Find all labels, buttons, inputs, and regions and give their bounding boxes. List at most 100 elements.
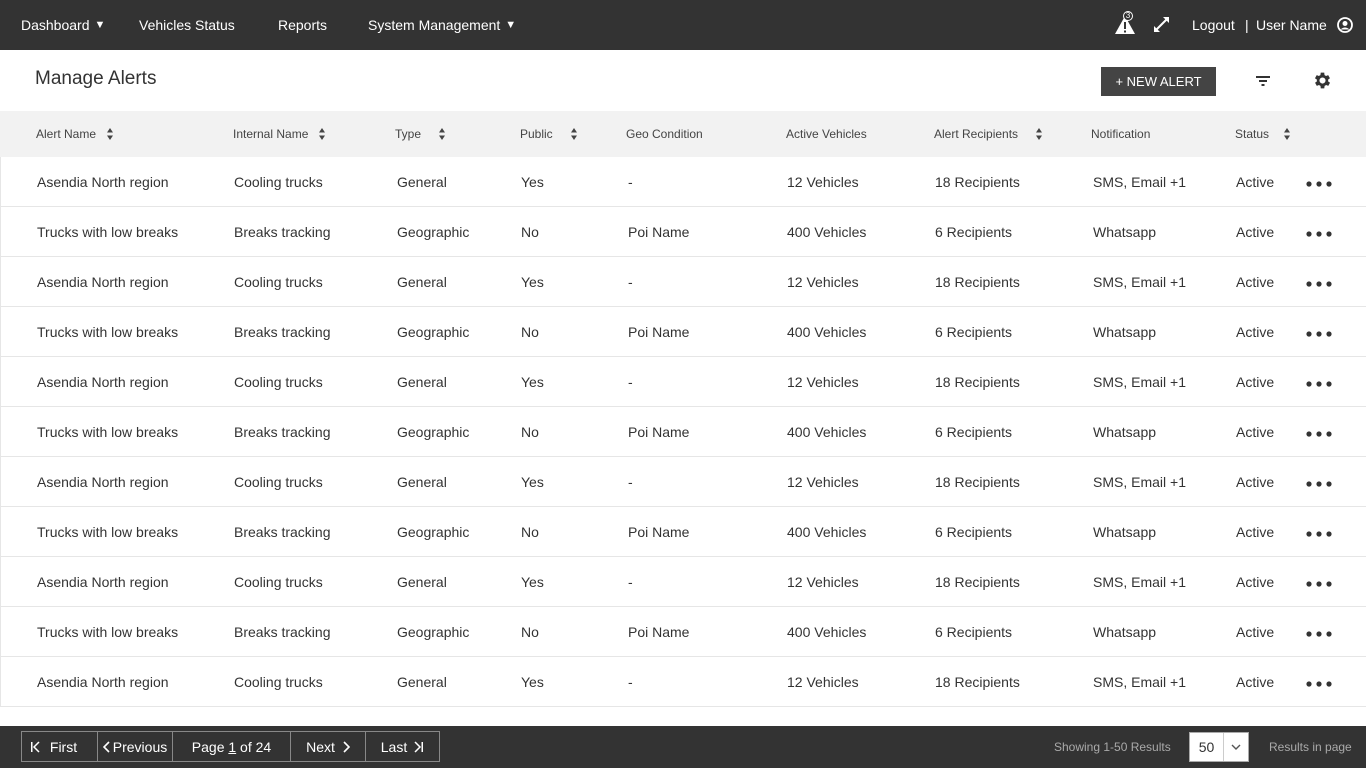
expand-arrows-icon[interactable] [1153,16,1170,33]
column-header-notification: Notification [1091,127,1151,141]
table-row[interactable]: Asendia North region Cooling trucks Genera… [0,357,1366,407]
cell-alert-recipients: 18 Recipients [935,373,1020,390]
cell-alert-recipients: 6 Recipients [935,423,1013,440]
column-header-internal-name[interactable]: Internal Name [233,111,308,157]
cell-notification: Whatsapp [1093,623,1157,640]
more-horizontal-icon[interactable] [1305,626,1335,637]
more-horizontal-icon[interactable] [1305,526,1335,537]
logout-link[interactable]: Logout [1192,0,1235,50]
cell-active-vehicles: 400 Vehicles [787,623,867,640]
cell-geo-condition: - [628,273,633,290]
per-page-select[interactable]: 50 [1189,732,1249,762]
last-page-button[interactable]: Last [366,732,439,761]
column-header-type[interactable]: Type [395,111,421,157]
cell-alert-recipients: 6 Recipients [935,223,1013,240]
cell-notification: SMS, Email +1 [1093,473,1186,490]
user-name[interactable]: User Name [1256,0,1327,50]
cell-type: Geographic [397,623,470,640]
column-header-alert-recipients[interactable]: Alert Recipients [934,111,1018,157]
cell-notification: SMS, Email +1 [1093,573,1186,590]
page-suffix: of 24 [236,738,272,755]
more-horizontal-icon[interactable] [1305,376,1335,387]
column-header-public[interactable]: Public [520,111,553,157]
table-row[interactable]: Asendia North region Cooling trucks Genera… [0,257,1366,307]
cell-internal-name: Breaks tracking [234,223,331,240]
table-row[interactable]: Trucks with low breaks Breaks tracking Geo… [0,207,1366,257]
table-row[interactable]: Asendia North region Cooling trucks Genera… [0,457,1366,507]
gear-icon[interactable] [1312,70,1333,91]
more-horizontal-icon[interactable] [1305,676,1335,687]
nav-reports[interactable]: Reports [278,0,327,50]
top-navigation: Dashboard ▼ Vehicles Status Reports Syst… [0,0,1366,50]
more-horizontal-icon[interactable] [1305,576,1335,587]
filter-icon[interactable] [1254,72,1272,90]
sort-icon[interactable] [1283,127,1291,141]
cell-public: Yes [521,173,544,190]
cell-geo-condition: Poi Name [628,423,690,440]
sort-icon[interactable] [438,127,446,141]
cell-geo-condition: Poi Name [628,623,690,640]
table-row[interactable]: Asendia North region Cooling trucks Genera… [0,157,1366,207]
cell-active-vehicles: 400 Vehicles [787,423,867,440]
sort-icon[interactable] [1035,127,1043,141]
cell-public: Yes [521,273,544,290]
next-page-button[interactable]: Next [291,732,366,761]
cell-type: General [397,273,447,290]
sort-icon[interactable] [570,127,578,141]
cell-status: Active [1236,523,1275,540]
column-header-active-vehicles: Active Vehicles [786,127,867,141]
nav-vehicles-status[interactable]: Vehicles Status [139,0,235,50]
cell-active-vehicles: 400 Vehicles [787,523,867,540]
current-page-input[interactable]: 1 [228,739,236,755]
more-horizontal-icon[interactable] [1305,176,1335,187]
table-row[interactable]: Asendia North region Cooling trucks Genera… [0,557,1366,607]
column-header-alert-name[interactable]: Alert Name [36,111,96,157]
cell-status: Active [1236,673,1275,690]
cell-public: No [521,323,539,340]
next-page-label: Next [306,738,335,755]
cell-internal-name: Breaks tracking [234,423,331,440]
table-row[interactable]: Trucks with low breaks Breaks tracking Geo… [0,307,1366,357]
cell-geo-condition: - [628,573,633,590]
first-page-button[interactable]: First [22,732,98,761]
column-header-status[interactable]: Status [1235,111,1269,157]
more-horizontal-icon[interactable] [1305,426,1335,437]
cell-internal-name: Cooling trucks [234,473,323,490]
nav-dashboard[interactable]: Dashboard ▼ [21,0,105,50]
cell-status: Active [1236,623,1275,640]
new-alert-button[interactable]: + NEW ALERT [1101,67,1216,96]
warning-triangle-icon[interactable]: 3 [1114,11,1136,36]
cell-active-vehicles: 12 Vehicles [787,673,859,690]
table-row[interactable]: Asendia North region Cooling trucks Genera… [0,657,1366,707]
more-horizontal-icon[interactable] [1305,276,1335,287]
cell-active-vehicles: 12 Vehicles [787,173,859,190]
table-row[interactable]: Trucks with low breaks Breaks tracking Geo… [0,407,1366,457]
cell-type: General [397,673,447,690]
cell-notification: Whatsapp [1093,423,1157,440]
table-row[interactable]: Trucks with low breaks Breaks tracking Geo… [0,507,1366,557]
sort-icon[interactable] [106,127,114,141]
more-horizontal-icon[interactable] [1305,326,1335,337]
cell-active-vehicles: 400 Vehicles [787,223,867,240]
more-horizontal-icon[interactable] [1305,226,1335,237]
cell-type: Geographic [397,223,470,240]
cell-alert-recipients: 6 Recipients [935,323,1013,340]
cell-status: Active [1236,473,1275,490]
previous-page-button[interactable]: Previous [98,732,173,761]
cell-geo-condition: Poi Name [628,223,690,240]
cell-type: Geographic [397,523,470,540]
cell-alert-name: Asendia North region [37,673,169,690]
cell-status: Active [1236,373,1275,390]
user-circle-icon[interactable] [1337,17,1353,33]
chevron-down-icon: ▼ [505,19,517,31]
cell-alert-name: Trucks with low breaks [37,323,179,340]
table-row[interactable]: Trucks with low breaks Breaks tracking Geo… [0,607,1366,657]
chevron-down-icon: ▼ [94,19,106,31]
cell-notification: Whatsapp [1093,223,1157,240]
cell-alert-name: Asendia North region [37,273,169,290]
sort-icon[interactable] [318,127,326,141]
nav-system-management[interactable]: System Management ▼ [368,0,516,50]
cell-type: General [397,573,447,590]
more-horizontal-icon[interactable] [1305,476,1335,487]
cell-alert-recipients: 6 Recipients [935,623,1013,640]
